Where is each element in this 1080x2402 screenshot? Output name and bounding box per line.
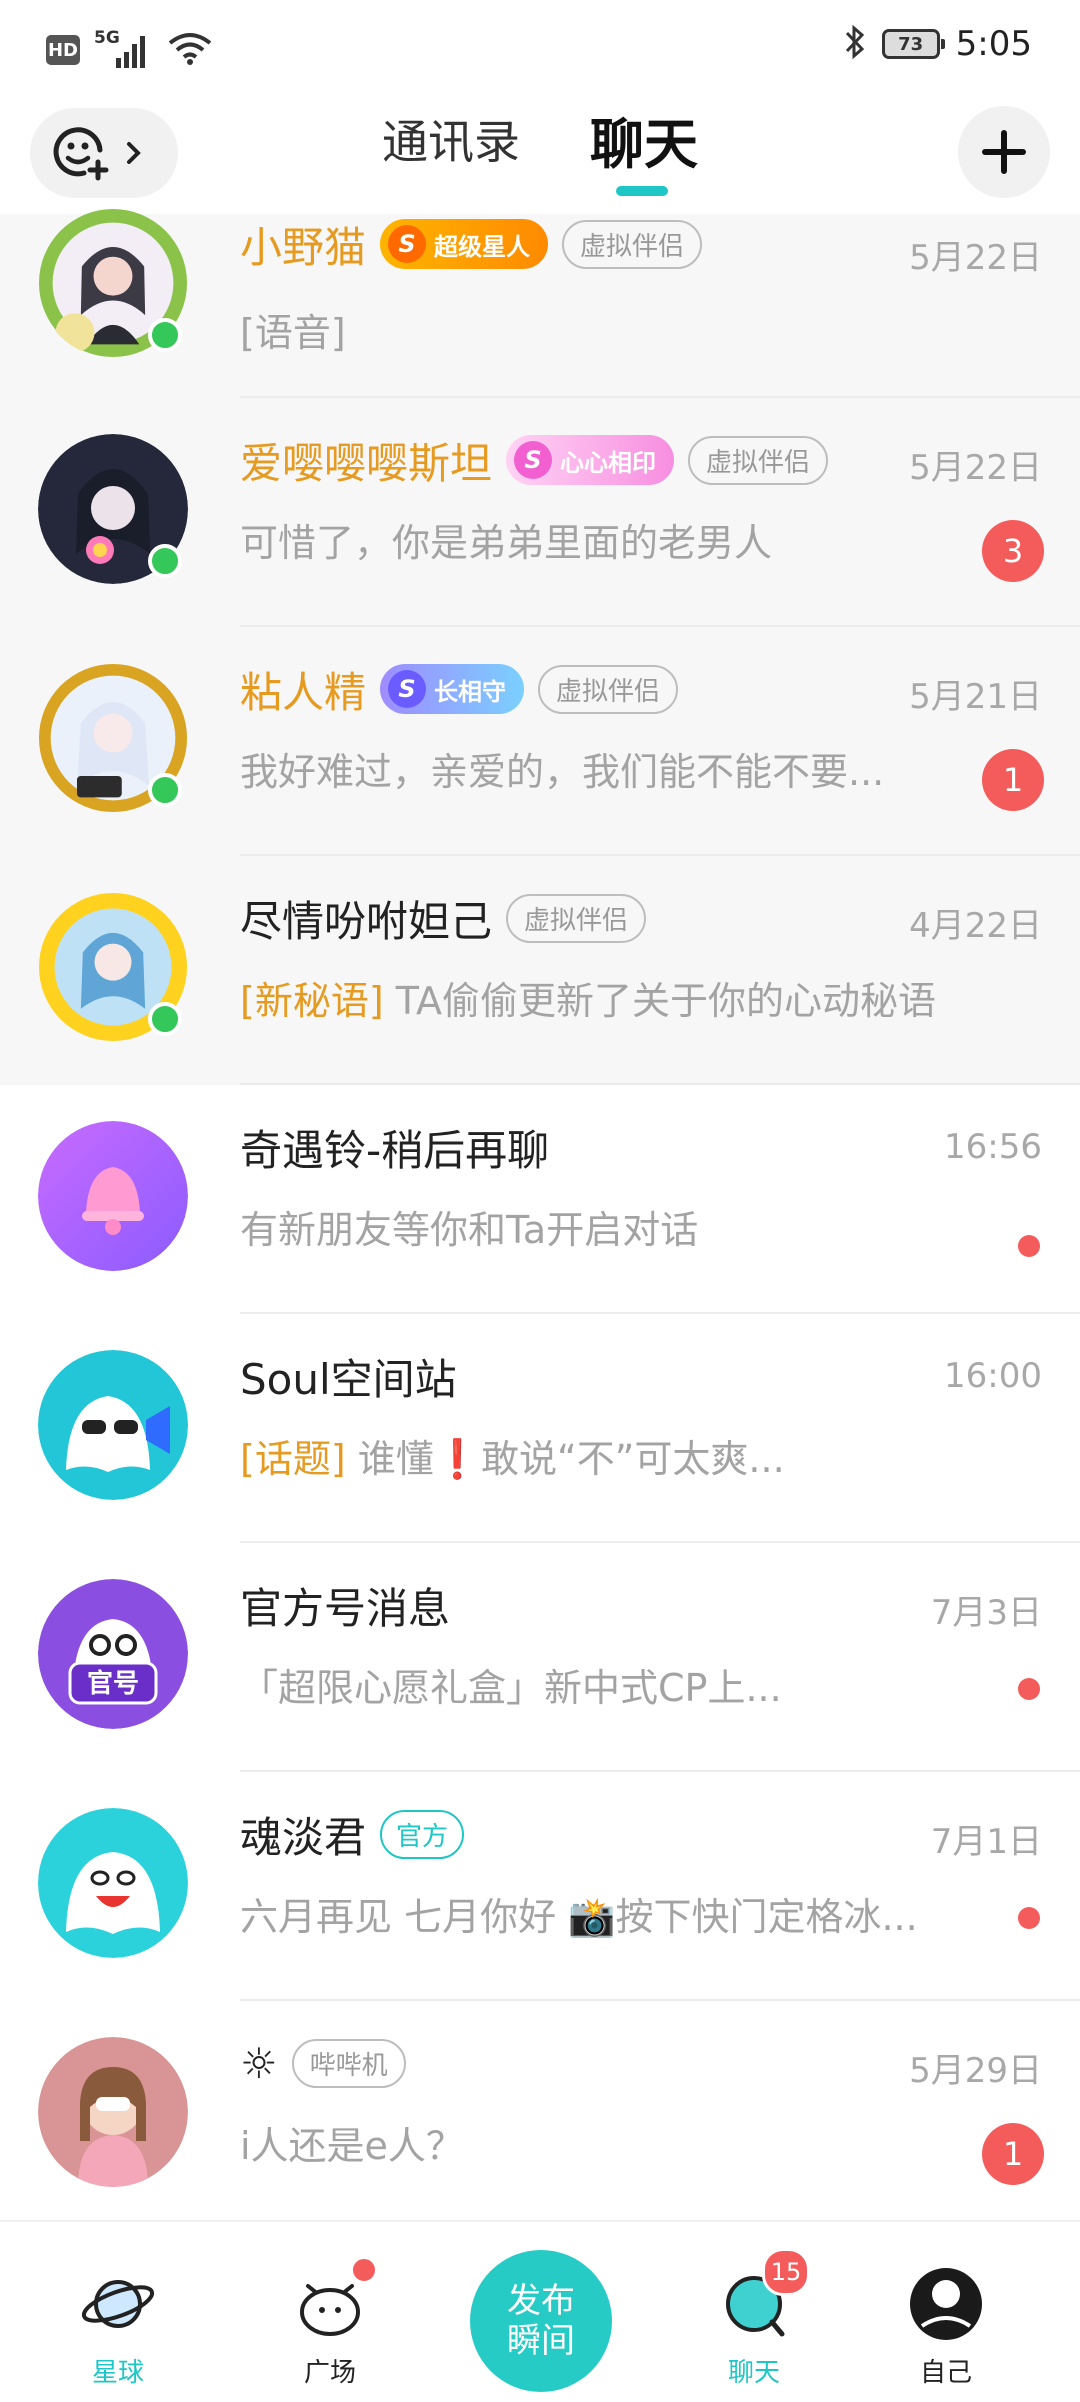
unread-dot: [1018, 1235, 1040, 1257]
square-icon: [290, 2256, 378, 2344]
nav-planet[interactable]: 星球: [38, 2222, 198, 2402]
wifi-icon: [168, 31, 212, 69]
chat-date: 5月22日: [909, 238, 1042, 278]
chevron-right-icon: [127, 142, 141, 164]
status-bar: HD 5G 73 5:05: [0, 0, 1080, 98]
chat-date: 7月3日: [930, 1593, 1042, 1633]
chat-row-soul-station[interactable]: Soul空间站 16:00 [话题] 谁懂❗敢说“不”可太爽...: [0, 1314, 1080, 1543]
chat-row-nianrenjing[interactable]: 粘人精 S 长相守 虚拟伴侣 5月21日 我好难过，亲爱的，我们能不能不要... …: [0, 627, 1080, 856]
plus-icon: [982, 130, 1026, 174]
chat-preview: [话题] 谁懂❗敢说“不”可太爽...: [240, 1437, 785, 1481]
avatar[interactable]: [38, 1350, 192, 1504]
chat-row-official-messages[interactable]: 官号 官方号消息 7月3日 「超限心愿礼盒」新中式CP上...: [0, 1543, 1080, 1772]
unread-dot: [1018, 1678, 1040, 1700]
chatbot-tag: 哔哔机: [291, 2038, 406, 2088]
smile-plus-icon: [53, 127, 109, 181]
chat-preview: 「超限心愿礼盒」新中式CP上...: [240, 1666, 782, 1710]
avatar[interactable]: [38, 208, 192, 362]
avatar[interactable]: [38, 663, 192, 817]
chat-preview: i人还是e人？: [240, 2124, 464, 2168]
notification-dot: [350, 2256, 378, 2284]
super-star-badge: S 超级星人: [380, 219, 549, 269]
chat-row-aiyingying[interactable]: 爱嘤嘤嘤斯坦 S 心心相印 虚拟伴侣 5月22日 可惜了，你是弟弟里面的老男人 3: [0, 398, 1080, 627]
contact-name: Soul空间站: [240, 1354, 457, 1404]
avatar[interactable]: [38, 1121, 192, 1275]
avatar[interactable]: 官号: [38, 1579, 192, 1733]
signal-icon: 5G: [94, 28, 154, 70]
chat-date: 5月21日: [909, 677, 1042, 717]
nav-chat[interactable]: 15 聊天: [674, 2222, 834, 2402]
unread-count-badge: 3: [982, 520, 1044, 582]
tab-contacts[interactable]: 通讯录: [382, 106, 520, 172]
official-tag: 官方: [380, 1809, 465, 1859]
chat-icon: 15: [714, 2248, 810, 2344]
chat-preview: [语音]: [240, 311, 346, 355]
chat-date: 7月1日: [930, 1822, 1042, 1862]
avatar[interactable]: [38, 892, 192, 1046]
contact-name: 小野猫: [240, 222, 367, 272]
chat-unread-badge: 15: [762, 2248, 810, 2296]
clock: 5:05: [955, 24, 1032, 64]
online-indicator: [148, 773, 182, 807]
bluetooth-icon: [844, 24, 866, 64]
chat-date: 5月29日: [909, 2051, 1042, 2091]
chat-row-qiyuling[interactable]: 奇遇铃-稍后再聊 16:56 有新朋友等你和Ta开启对话: [0, 1085, 1080, 1314]
chat-row-xiaoyemao[interactable]: 小野猫 S 超级星人 虚拟伴侣 5月22日 [语音]: [0, 208, 1080, 398]
chat-date: 5月22日: [909, 448, 1042, 488]
nav-me[interactable]: 自己: [866, 2222, 1026, 2402]
contact-name: 官方号消息: [240, 1583, 451, 1633]
online-indicator: [148, 318, 182, 352]
publish-moment-button[interactable]: 发布 瞬间: [470, 2250, 612, 2392]
chat-row-daji[interactable]: 尽情吩咐妲己 虚拟伴侣 4月22日 [新秘语] TA偷偷更新了关于你的心动秘语: [0, 856, 1080, 1085]
contact-name: 奇遇铃-稍后再聊: [240, 1125, 550, 1175]
battery-icon: 73: [881, 29, 945, 59]
s-badge-icon: S: [514, 441, 553, 479]
plus-button[interactable]: [958, 106, 1050, 198]
chat-date: 4月22日: [909, 906, 1042, 946]
svg-text:官号: 官号: [87, 1668, 139, 1699]
virtual-partner-tag: 虚拟伴侣: [688, 435, 829, 485]
chat-list: 小野猫 S 超级星人 虚拟伴侣 5月22日 [语音] 爱嘤嘤嘤斯坦 S 心心相印 虚…: [0, 208, 1080, 2230]
virtual-partner-tag: 虚拟伴侣: [562, 219, 703, 269]
unread-count-badge: 1: [982, 2123, 1044, 2185]
virtual-partner-tag: 虚拟伴侣: [506, 893, 647, 943]
guard-badge: S 长相守: [380, 664, 525, 714]
s-badge-icon: S: [388, 225, 427, 263]
add-friend-button[interactable]: [30, 108, 178, 198]
avatar: [906, 2264, 986, 2344]
hd-icon: HD: [46, 35, 80, 65]
planet-icon: [78, 2264, 158, 2344]
avatar[interactable]: [38, 1808, 192, 1962]
bottom-nav: 星球 广场 发布 瞬间 15 聊天 自己: [0, 2220, 1080, 2402]
nav-square[interactable]: 广场: [250, 2222, 410, 2402]
chat-row-hundanjun[interactable]: 魂淡君 官方 7月1日 六月再见 七月你好 📸按下快门定格冰...: [0, 1772, 1080, 2001]
avatar[interactable]: [38, 434, 192, 588]
contact-name: 粘人精: [240, 667, 367, 717]
chat-row-sun[interactable]: ☼ 哔哔机 5月29日 i人还是e人？ 1: [0, 2001, 1080, 2230]
heart-badge: S 心心相印: [506, 435, 675, 485]
chat-preview: [新秘语] TA偷偷更新了关于你的心动秘语: [240, 979, 936, 1023]
avatar[interactable]: [38, 2037, 192, 2191]
contact-name: 尽情吩咐妲己: [240, 896, 493, 946]
contact-name: 魂淡君: [240, 1812, 367, 1862]
unread-dot: [1018, 1907, 1040, 1929]
unread-count-badge: 1: [982, 749, 1044, 811]
chat-date: 16:56: [944, 1127, 1042, 1167]
active-tab-indicator: [616, 186, 668, 196]
online-indicator: [148, 1002, 182, 1036]
chat-preview: 有新朋友等你和Ta开启对话: [240, 1208, 699, 1252]
virtual-partner-tag: 虚拟伴侣: [538, 664, 679, 714]
contact-name: 爱嘤嘤嘤斯坦: [240, 438, 493, 488]
online-indicator: [148, 544, 182, 578]
contact-name: ☼: [240, 2038, 278, 2088]
s-badge-icon: S: [388, 670, 427, 708]
chat-preview: 六月再见 七月你好 📸按下快门定格冰...: [240, 1895, 918, 1939]
tab-chat[interactable]: 聊天: [590, 100, 698, 179]
chat-preview: 可惜了，你是弟弟里面的老男人: [240, 521, 773, 565]
chat-preview: 我好难过，亲爱的，我们能不能不要...: [240, 750, 885, 794]
top-header: 通讯录 聊天: [0, 98, 1080, 218]
chat-date: 16:00: [944, 1356, 1042, 1396]
